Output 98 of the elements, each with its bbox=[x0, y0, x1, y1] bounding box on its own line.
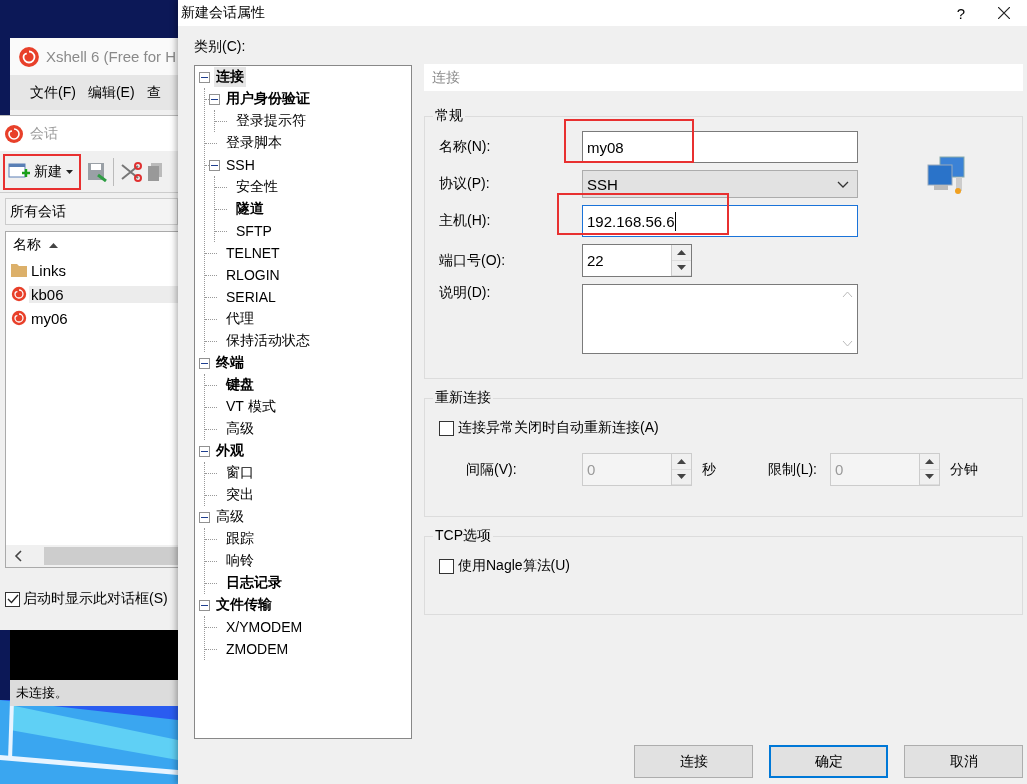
spin-field[interactable]: 22 bbox=[582, 244, 692, 277]
session-item[interactable]: Links bbox=[29, 261, 69, 279]
field-label: 名称(N): bbox=[439, 138, 492, 156]
scrollbar-thumb[interactable] bbox=[44, 547, 178, 565]
dialog-title: 新建会话属性 bbox=[181, 4, 266, 22]
checkbox[interactable] bbox=[5, 591, 20, 607]
field-label: 协议(P): bbox=[439, 175, 491, 193]
caret-icon bbox=[66, 169, 73, 174]
window-title: Xshell 6 (Free for H bbox=[46, 48, 177, 65]
down-arrow-icon bbox=[677, 264, 686, 271]
tree-item[interactable]: 外观 bbox=[214, 441, 246, 461]
tree-item[interactable]: 登录提示符 bbox=[234, 111, 308, 131]
scroll-left-icon[interactable] bbox=[14, 550, 22, 562]
down-arrow-icon bbox=[677, 473, 686, 480]
check-icon bbox=[6, 594, 19, 604]
up-arrow-icon bbox=[677, 249, 686, 256]
chevron-down-icon bbox=[837, 180, 849, 188]
field-label: 限制(L): bbox=[768, 460, 818, 479]
logo-icon bbox=[11, 310, 27, 326]
scroll-down-icon bbox=[841, 340, 853, 347]
category-label: 类别(C): bbox=[194, 38, 247, 56]
tree-item[interactable]: SFTP bbox=[234, 222, 274, 240]
help-button[interactable]: ? bbox=[941, 0, 981, 26]
text-field[interactable]: 192.168.56.6 bbox=[582, 205, 858, 237]
collapse-toggle[interactable] bbox=[209, 93, 220, 105]
field-label: 间隔(V): bbox=[466, 460, 518, 479]
tree-item[interactable]: ZMODEM bbox=[224, 640, 291, 658]
down-arrow-icon bbox=[925, 473, 934, 480]
tree-item[interactable]: VT 模式 bbox=[224, 397, 278, 417]
unit-label: 秒 bbox=[701, 460, 717, 479]
menu-item[interactable]: 编辑(E) bbox=[87, 83, 135, 102]
checkbox-label: 使用Nagle算法(U) bbox=[458, 557, 570, 575]
text-field[interactable]: my08 bbox=[582, 131, 858, 163]
tree-item[interactable]: 突出 bbox=[224, 485, 256, 505]
tree-item[interactable]: 文件传输 bbox=[214, 595, 274, 615]
tree-item[interactable]: 安全性 bbox=[234, 177, 280, 197]
dialog-button[interactable]: 连接 bbox=[634, 745, 753, 778]
tree-item[interactable]: RLOGIN bbox=[224, 266, 282, 284]
folder-path: 所有会话 bbox=[5, 198, 178, 225]
status-text: 未连接。 bbox=[10, 680, 178, 706]
logo-icon bbox=[4, 123, 24, 144]
tree-item[interactable]: SERIAL bbox=[224, 288, 278, 306]
scissors-icon[interactable] bbox=[120, 161, 142, 182]
panel-title: 连接 bbox=[424, 64, 1023, 91]
new-button[interactable]: 新建 bbox=[3, 153, 81, 190]
menu-item[interactable]: 查 bbox=[146, 83, 161, 102]
window-title: 会话 bbox=[30, 124, 58, 143]
collapse-toggle[interactable] bbox=[199, 357, 210, 369]
tree-item[interactable]: 响铃 bbox=[224, 551, 256, 571]
collapse-toggle[interactable] bbox=[199, 599, 210, 611]
tree-item[interactable]: 用户身份验证 bbox=[224, 89, 312, 109]
session-item[interactable]: my06 bbox=[29, 309, 70, 327]
tree-item[interactable]: 终端 bbox=[214, 353, 246, 373]
logo-icon bbox=[11, 286, 27, 302]
tree-item[interactable]: SSH bbox=[224, 156, 257, 174]
group-title: 常规 bbox=[434, 107, 464, 125]
scroll-up-icon bbox=[841, 291, 853, 298]
column-header[interactable]: 名称 bbox=[13, 236, 41, 254]
menu-item[interactable]: 文件(F) bbox=[30, 83, 76, 102]
tree-item[interactable]: 隧道 bbox=[234, 199, 266, 219]
checkbox[interactable] bbox=[439, 558, 454, 574]
up-arrow-icon bbox=[677, 458, 686, 465]
field-label: 主机(H): bbox=[439, 212, 492, 230]
tree-item[interactable]: 窗口 bbox=[224, 463, 256, 483]
folder-icon bbox=[11, 263, 27, 277]
field-label: 端口号(O): bbox=[439, 251, 507, 270]
save-icon[interactable] bbox=[87, 161, 107, 182]
collapse-toggle[interactable] bbox=[199, 511, 210, 523]
field-label: 说明(D): bbox=[439, 284, 492, 302]
unit-label: 分钟 bbox=[949, 460, 979, 479]
checkbox-label: 连接异常关闭时自动重新连接(A) bbox=[458, 419, 659, 437]
tree-item[interactable]: 登录脚本 bbox=[224, 133, 284, 153]
tree-item[interactable]: 跟踪 bbox=[224, 529, 256, 549]
tree-item[interactable]: 保持活动状态 bbox=[224, 331, 312, 351]
logo-icon bbox=[18, 45, 40, 68]
tree-item[interactable]: 高级 bbox=[224, 419, 256, 439]
dialog-button[interactable]: 确定 bbox=[769, 745, 888, 778]
group-title: 重新连接 bbox=[434, 389, 492, 407]
session-item[interactable]: kb06 bbox=[29, 285, 178, 303]
collapse-toggle[interactable] bbox=[209, 159, 220, 171]
dialog-button[interactable]: 取消 bbox=[904, 745, 1023, 778]
tree-item[interactable]: TELNET bbox=[224, 244, 282, 262]
tree-item[interactable]: 高级 bbox=[214, 507, 246, 527]
tree-item[interactable]: X/YMODEM bbox=[224, 618, 305, 636]
group-title: TCP选项 bbox=[434, 527, 492, 545]
tree-item[interactable]: 键盘 bbox=[224, 375, 256, 395]
checkbox-label: 启动时显示此对话框(S) bbox=[23, 590, 168, 608]
description-field[interactable] bbox=[582, 284, 858, 354]
tree-item[interactable]: 日志记录 bbox=[224, 573, 284, 593]
sort-ascending-icon bbox=[49, 242, 58, 248]
collapse-toggle[interactable] bbox=[199, 71, 210, 83]
close-icon bbox=[998, 7, 1010, 19]
tree-item[interactable]: 代理 bbox=[224, 309, 256, 329]
collapse-toggle[interactable] bbox=[199, 445, 210, 457]
protocol-dropdown[interactable]: SSH bbox=[582, 170, 858, 198]
up-arrow-icon bbox=[925, 458, 934, 465]
checkbox[interactable] bbox=[439, 420, 454, 436]
tree-item[interactable]: 连接 bbox=[214, 67, 246, 87]
